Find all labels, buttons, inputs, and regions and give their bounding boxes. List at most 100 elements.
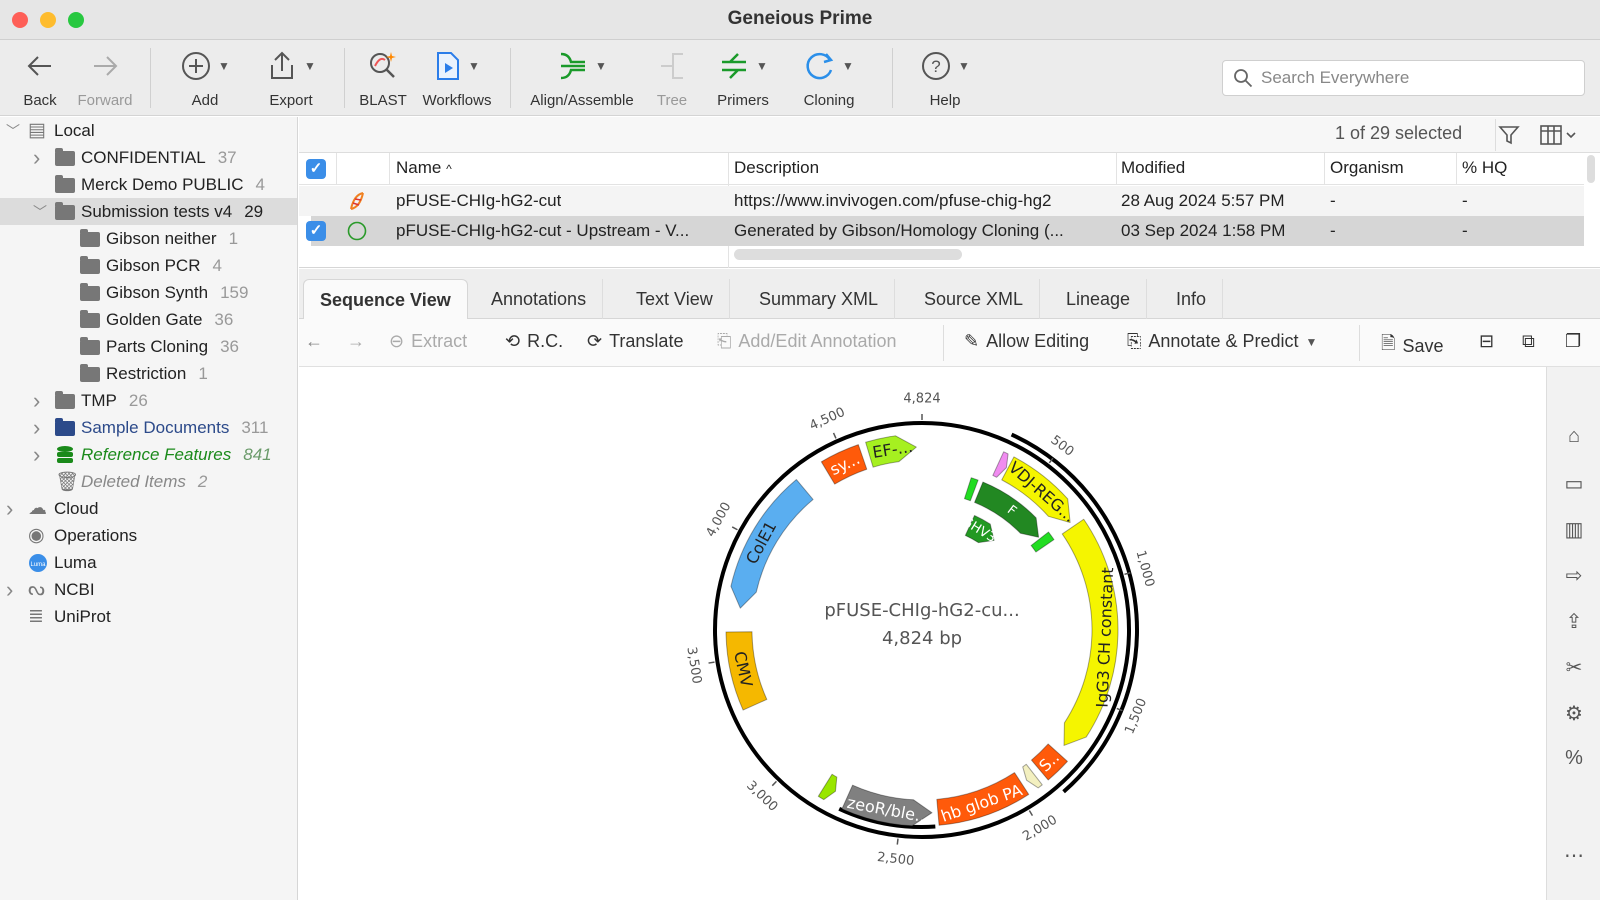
feature-annotation[interactable] (963, 477, 979, 502)
sequence-viewer[interactable]: 4,824 500 1,000 1,500 2,000 2,500 3,000 3,500 4,… (299, 367, 1546, 900)
table-row-selected[interactable]: ✓ pFUSE-CHIg-hG2-cut - Upstream - V... G… (306, 216, 1584, 246)
monitor-icon[interactable]: ▭ (1561, 471, 1587, 497)
sidebar-item-tmp[interactable]: › TMP 26 (0, 387, 297, 414)
item-count: 159 (220, 282, 249, 302)
forward-button[interactable]: Forward (72, 46, 138, 109)
feature-label[interactable]: IGHV3... (956, 512, 1009, 553)
tab-info[interactable]: Info (1160, 279, 1224, 319)
allow-editing-button[interactable]: ✎ Allow Editing (964, 331, 1089, 352)
sidebar-item-uniprot[interactable]: ≣ UniProt (0, 603, 297, 630)
primers-button[interactable]: ▼ Primers (710, 46, 776, 109)
sidebar-item-cloud[interactable]: › ☁ Cloud (0, 495, 297, 522)
forward-nav-button[interactable]: → (347, 331, 365, 352)
expand-chevron-icon[interactable]: › (6, 496, 13, 522)
help-button[interactable]: ? ▼ Help (915, 46, 975, 109)
feature-label[interactable]: S.. (1035, 748, 1063, 776)
scissors-icon[interactable]: ✂ (1561, 655, 1587, 681)
back-nav-button[interactable]: ← (305, 331, 323, 352)
close-window-button[interactable] (12, 12, 28, 28)
workflows-label: Workflows (422, 92, 492, 109)
column-hq[interactable]: % HQ (1462, 158, 1507, 178)
sidebar-item-golden-gate[interactable]: Golden Gate 36 (0, 306, 297, 333)
tab-annotations[interactable]: Annotations (475, 279, 604, 319)
split-view-button[interactable]: ⊟ (1479, 331, 1494, 352)
sidebar-item-operations[interactable]: ◉ Operations (0, 522, 297, 549)
percent-icon[interactable]: % (1561, 747, 1587, 773)
arrow-right-icon[interactable]: ⇨ (1561, 563, 1587, 589)
translate-button[interactable]: ⟳ Translate (587, 331, 683, 352)
expand-chevron-icon[interactable]: › (6, 577, 13, 603)
annotate-predict-button[interactable]: ⎘ Annotate & Predict ▼ (1127, 331, 1317, 352)
feature-cole1[interactable] (730, 479, 814, 609)
sidebar-item-gibson-pcr[interactable]: Gibson PCR 4 (0, 252, 297, 279)
export-button[interactable]: ▼ Export (258, 46, 324, 109)
sidebar-item-sample-documents[interactable]: › Sample Documents 311 (0, 414, 297, 441)
sidebar-item-local[interactable]: ﹀ ▤ Local (0, 117, 297, 144)
save-button[interactable]: 🗎 Save (1381, 331, 1444, 361)
reverse-complement-button[interactable]: ⟲ R.C. (505, 331, 563, 352)
add-edit-annotation-button[interactable]: ⎗ Add/Edit Annotation (717, 331, 897, 352)
sidebar-item-restriction[interactable]: Restriction 1 (0, 360, 297, 387)
tick-mark (771, 780, 777, 787)
sidebar-item-merck-demo-public[interactable]: Merck Demo PUBLIC 4 (0, 171, 297, 198)
columns-icon[interactable] (1539, 123, 1579, 147)
collapse-chevron-icon[interactable]: ﹀ (6, 121, 20, 141)
gear-icon[interactable]: ⚙ (1561, 701, 1587, 727)
sidebar-item-gibson-neither[interactable]: Gibson neither 1 (0, 225, 297, 252)
collapse-chevron-icon[interactable]: ﹀ (33, 202, 47, 222)
sidebar-item-reference-features[interactable]: › Reference Features 841 (0, 441, 297, 468)
folder-icon (80, 283, 100, 301)
column-modified[interactable]: Modified (1121, 158, 1185, 178)
column-name[interactable]: Name ^ (396, 158, 452, 178)
plasmid-map[interactable]: 4,8245001,0001,5002,0002,5003,0003,5004,… (299, 367, 1546, 900)
zoom-window-button[interactable] (68, 12, 84, 28)
tab-text-view[interactable]: Text View (620, 279, 730, 319)
expand-chevron-icon[interactable]: › (33, 442, 40, 468)
extract-button[interactable]: ⊖ Extract (389, 331, 467, 352)
filter-icon[interactable] (1497, 123, 1521, 147)
sidebar-item-submission-tests-v4[interactable]: ﹀ Submission tests v4 29 (0, 198, 297, 225)
db2-icon: ≣ (28, 606, 44, 627)
tab-source-xml[interactable]: Source XML (908, 279, 1041, 319)
export-icon[interactable]: ⇪ (1561, 609, 1587, 635)
open-window-button[interactable]: ⧉ (1522, 331, 1535, 352)
minimize-window-button[interactable] (40, 12, 56, 28)
table-row[interactable]: pFUSE-CHIg-hG2-cut https://www.invivogen… (299, 186, 1584, 216)
horizontal-scrollbar[interactable] (734, 249, 962, 260)
tab-summary-xml[interactable]: Summary XML (743, 279, 896, 319)
select-all-checkbox[interactable]: ✓ (306, 159, 326, 179)
search-input[interactable]: Search Everywhere (1222, 60, 1585, 96)
sidebar-item-label: TMP (81, 390, 117, 410)
translate-icon: ⟳ (587, 331, 603, 351)
cloning-button[interactable]: ▼ Cloning (796, 46, 862, 109)
column-organism[interactable]: Organism (1330, 158, 1404, 178)
plasmid-length: 4,824 bp (882, 628, 962, 649)
vertical-scrollbar[interactable] (1587, 155, 1595, 183)
tree-button[interactable]: Tree (652, 46, 692, 109)
align-assemble-button[interactable]: ▼ Align/Assemble (526, 46, 638, 109)
expand-chevron-icon[interactable]: › (33, 415, 40, 441)
more-icon[interactable]: ⋯ (1561, 843, 1587, 869)
expand-chevron-icon[interactable]: › (33, 388, 40, 414)
sidebar-item-deleted-items[interactable]: 🗑 Deleted Items 2 (0, 468, 297, 495)
sidebar-item-gibson-synth[interactable]: Gibson Synth 159 (0, 279, 297, 306)
tab-sequence-view[interactable]: Sequence View (303, 279, 468, 319)
sidebar-item-ncbi[interactable]: › ᔓ NCBI (0, 576, 297, 603)
duplicate-view-button[interactable]: ❐ (1565, 331, 1581, 352)
feature-annotation[interactable] (817, 773, 838, 801)
blast-button[interactable]: BLAST (358, 46, 408, 109)
sidebar-item-label: Cloud (54, 498, 99, 518)
tab-lineage[interactable]: Lineage (1050, 279, 1148, 319)
sidebar-item-confidential[interactable]: › CONFIDENTIAL 37 (0, 144, 297, 171)
row-checkbox[interactable]: ✓ (306, 221, 326, 241)
back-button[interactable]: Back (18, 46, 62, 109)
workflows-button[interactable]: ▼ Workflows (418, 46, 496, 109)
sidebar-item-parts-cloning[interactable]: Parts Cloning 36 (0, 333, 297, 360)
primers-label: Primers (717, 92, 769, 109)
sidebar-item-luma[interactable]: Luma Luma (0, 549, 297, 576)
add-button[interactable]: ▼ Add (172, 46, 238, 109)
column-description[interactable]: Description (734, 158, 819, 178)
home-icon[interactable]: ⌂ (1561, 425, 1587, 451)
bar-chart-icon[interactable]: ▥ (1561, 517, 1587, 543)
expand-chevron-icon[interactable]: › (33, 145, 40, 171)
